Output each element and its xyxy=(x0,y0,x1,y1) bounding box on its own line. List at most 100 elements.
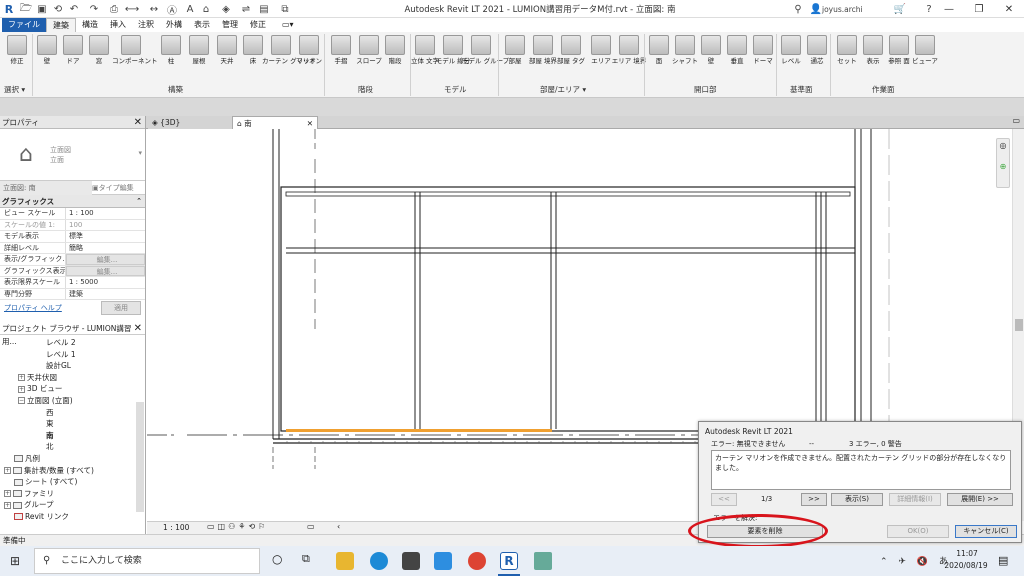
tree-item-elevations[interactable]: − 立面図 (立面) xyxy=(0,395,145,407)
tab-insert[interactable]: 挿入 xyxy=(104,18,132,32)
panel-room-area[interactable]: 部屋/エリア ▾ xyxy=(540,84,586,95)
show-button[interactable]: 表示(S) xyxy=(831,493,883,506)
browser-scrollbar[interactable] xyxy=(136,402,144,512)
edge-icon[interactable] xyxy=(370,552,388,570)
measure-icon[interactable]: ⟷ xyxy=(125,2,139,16)
task-view-icon[interactable]: ⧉ xyxy=(302,552,310,566)
chrome-icon[interactable] xyxy=(468,552,486,570)
scroll-thumb[interactable] xyxy=(1015,319,1023,331)
scroll-left-icon[interactable]: ‹ xyxy=(337,522,340,531)
clock-date[interactable]: 2020/08/19 xyxy=(936,561,996,570)
sync-icon[interactable]: ⟲ xyxy=(52,2,64,16)
tree-item-3d[interactable]: +3D ビュー xyxy=(0,383,145,395)
prev-button[interactable]: << xyxy=(711,493,737,506)
view-scale-field[interactable]: 1 : 100 xyxy=(66,208,145,219)
window-button[interactable]: 窓 xyxy=(86,35,112,65)
collapse-icon[interactable]: ⌃ xyxy=(136,195,142,208)
tree-item-level2[interactable]: レベル 2 xyxy=(0,337,145,349)
close-window-icon[interactable]: ✕ xyxy=(994,0,1024,18)
lumion-icon[interactable] xyxy=(534,552,552,570)
open-icon[interactable]: 🗁 xyxy=(20,2,32,16)
tab-manage[interactable]: 管理 xyxy=(216,18,244,32)
tree-item-east[interactable]: 東 xyxy=(0,418,145,430)
close-icon[interactable]: ✕ xyxy=(134,322,142,335)
ok-button[interactable]: OK(O) xyxy=(887,525,949,538)
tree-item-ceiling[interactable]: + 天井伏図 xyxy=(0,372,145,384)
revit-logo-icon[interactable]: R xyxy=(3,2,15,16)
expand-icon[interactable]: + xyxy=(18,385,25,393)
redo-icon[interactable]: ↷ xyxy=(88,2,100,16)
room-tag-button[interactable]: 部屋 タグ xyxy=(557,35,585,65)
close-views-icon[interactable]: ▤ xyxy=(258,2,270,16)
tab-view[interactable]: 表示 xyxy=(188,18,216,32)
windows-start-icon[interactable]: ⊞ xyxy=(10,554,20,568)
edit-type-button[interactable]: ▣タイプ編集 xyxy=(92,181,145,195)
restore-icon[interactable]: ❐ xyxy=(964,0,994,18)
undo-icon[interactable]: ↶ xyxy=(68,2,80,16)
model-group-button[interactable]: モデル グループ xyxy=(462,35,509,65)
tree-item-south[interactable]: 南 xyxy=(0,430,145,442)
graphics-section[interactable]: グラフィックス ⌃ xyxy=(0,195,145,208)
tree-item-level1[interactable]: レベル 1 xyxy=(0,349,145,361)
tag-icon[interactable]: Ⓐ xyxy=(166,2,178,17)
tab-architecture[interactable]: 建築 xyxy=(46,18,76,32)
expand-icon[interactable]: + xyxy=(4,501,11,509)
expand-button[interactable]: 展開(E) >> xyxy=(947,493,1013,506)
collapse-icon[interactable]: − xyxy=(18,397,25,405)
zoom-icon[interactable]: ⊕ xyxy=(997,162,1009,171)
tab-south[interactable]: ⌂ 南 ✕ xyxy=(232,116,318,129)
print-icon[interactable]: ⎙ xyxy=(108,2,120,16)
stair-button[interactable]: 階段 xyxy=(382,35,408,65)
3d-view-icon[interactable]: ⌂ xyxy=(200,2,212,16)
view-controls-icon[interactable]: ▭◫⚇⚘⟲⚐ xyxy=(207,522,268,531)
tree-item-links[interactable]: Revit リンク xyxy=(0,511,145,523)
clock-time[interactable]: 11:07 xyxy=(952,549,982,558)
tab-3d[interactable]: ◈ {3D} xyxy=(148,116,232,129)
switch-windows-icon[interactable]: ⧉ xyxy=(278,2,292,16)
text-icon[interactable]: A xyxy=(184,2,196,16)
minimize-icon[interactable]: — xyxy=(934,0,964,18)
grid-button[interactable]: 通芯 xyxy=(804,35,830,65)
tab-modify[interactable]: 修正 xyxy=(244,18,272,32)
steering-wheel-icon[interactable]: ◎ xyxy=(997,141,1009,150)
user-icon[interactable]: 👤 xyxy=(810,2,822,16)
tab-structure[interactable]: 構造 xyxy=(76,18,104,32)
navigation-bar[interactable]: ◎ ⊕ xyxy=(996,138,1010,188)
more-info-button[interactable]: 詳細情報(I) xyxy=(889,493,941,506)
section-icon[interactable]: ◈ xyxy=(220,2,232,16)
dimension-icon[interactable]: ↔ xyxy=(148,2,160,16)
revit-taskbar-icon[interactable]: R xyxy=(500,552,518,570)
view-scale[interactable]: 1 : 100 xyxy=(163,523,189,532)
thin-lines-icon[interactable]: ⇌ xyxy=(240,2,252,16)
tab-site[interactable]: 外構 xyxy=(160,18,188,32)
mullion-button[interactable]: マリオン xyxy=(296,35,322,65)
close-icon[interactable]: ✕ xyxy=(134,116,142,129)
viewer-button[interactable]: ビューア xyxy=(912,35,938,65)
edit-vg-button[interactable]: 編集... xyxy=(66,254,145,265)
store-icon[interactable] xyxy=(402,552,420,570)
component-button[interactable]: コンポーネント xyxy=(112,35,158,65)
mail-icon[interactable] xyxy=(434,552,452,570)
expand-icon[interactable]: + xyxy=(4,467,11,475)
next-button[interactable]: >> xyxy=(801,493,827,506)
tab-menu-icon[interactable]: ▭ xyxy=(1012,116,1020,125)
user-name[interactable]: joyus.archi xyxy=(822,2,892,16)
tab-annotate[interactable]: 注釈 xyxy=(132,18,160,32)
tab-file[interactable]: ファイル xyxy=(2,18,46,32)
tree-item-groups[interactable]: + グループ xyxy=(0,499,145,511)
cart-icon[interactable]: 🛒 xyxy=(893,2,907,16)
hide-crop-icon[interactable]: ▭ xyxy=(307,522,315,531)
area-boundary-button[interactable]: エリア 境界 xyxy=(612,35,646,65)
cortana-icon[interactable]: ○ xyxy=(272,552,282,566)
expand-icon[interactable]: + xyxy=(4,490,11,498)
tree-item-schedules[interactable]: + 集計表/数量 (すべて) xyxy=(0,465,145,477)
panel-select[interactable]: 選択 ▾ xyxy=(4,84,25,95)
binoculars-icon[interactable]: ⚲ xyxy=(792,2,804,16)
save-icon[interactable]: ▣ xyxy=(36,2,48,16)
highlighted-element[interactable] xyxy=(286,429,552,432)
taskbar-search[interactable]: ⚲ ここに入力して検索 xyxy=(34,548,260,574)
tree-item-north[interactable]: 北 xyxy=(0,441,145,453)
expand-icon[interactable]: + xyxy=(18,374,25,382)
cancel-button[interactable]: キャンセル(C) xyxy=(955,525,1017,538)
apply-button[interactable]: 適用 xyxy=(101,301,141,315)
